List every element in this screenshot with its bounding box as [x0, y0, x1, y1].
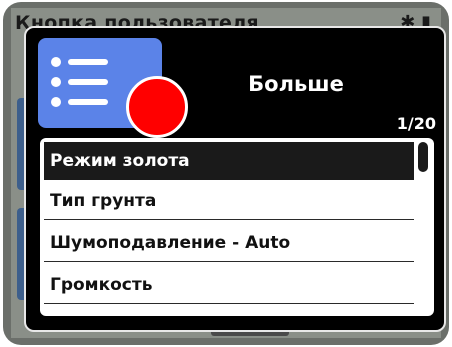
list-scrollbar[interactable]	[418, 142, 428, 172]
settings-list[interactable]: Режим золота Тип грунта Шумоподавление -…	[40, 138, 434, 316]
more-dialog: Больше 1/20 Режим золота Тип грунта Шумо…	[24, 26, 446, 332]
list-item-volume[interactable]: Громкость	[44, 266, 414, 304]
list-item-noise-cancel[interactable]: Шумоподавление - Auto	[44, 224, 414, 262]
page-counter: 1/20	[396, 114, 436, 133]
list-icon	[51, 57, 108, 107]
mode-indicator-dot	[126, 76, 188, 138]
settings-list-icon	[38, 38, 188, 138]
list-item-gold-mode[interactable]: Режим золота	[44, 142, 414, 180]
dialog-title: Больше	[248, 72, 344, 96]
list-item-ground-type[interactable]: Тип грунта	[44, 182, 414, 220]
